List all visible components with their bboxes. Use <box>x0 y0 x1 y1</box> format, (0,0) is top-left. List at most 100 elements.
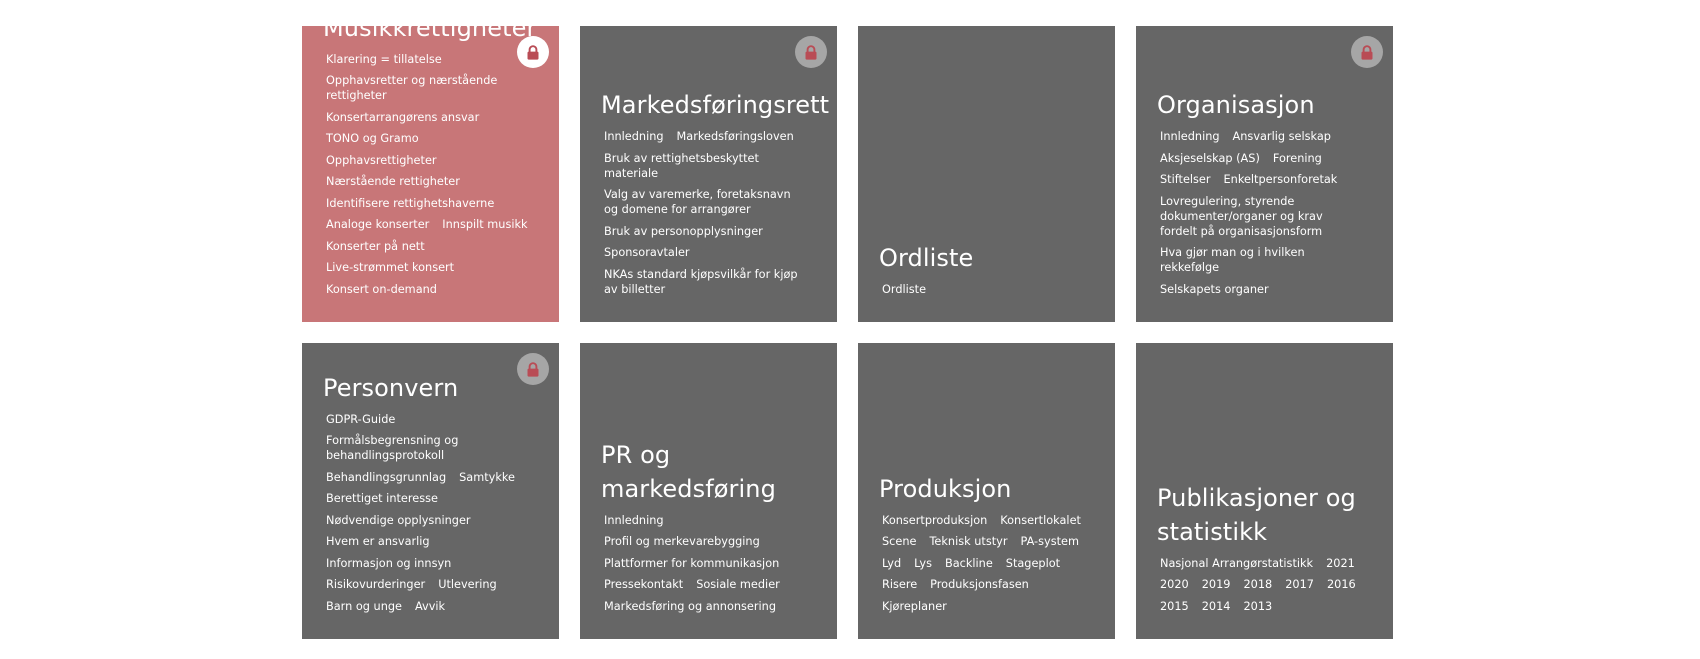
card-title[interactable]: Personvern <box>323 371 539 405</box>
topic-link[interactable]: Opphavsrettigheter <box>323 152 440 169</box>
topic-link[interactable]: Sosiale medier <box>693 576 783 593</box>
topic-link[interactable]: Konsertlokalet <box>997 512 1084 529</box>
topic-link[interactable]: Innledning <box>601 128 667 145</box>
topic-link[interactable]: Kjøreplaner <box>879 598 950 615</box>
topic-link[interactable]: 2014 <box>1199 598 1234 615</box>
topic-link[interactable]: Selskapets organer <box>1157 281 1272 298</box>
topic-link[interactable]: Live-strømmet konsert <box>323 259 457 276</box>
card-title[interactable]: Publikasjoner og statistikk <box>1157 481 1373 549</box>
topic-link[interactable]: Markedsføring og annonsering <box>601 598 779 615</box>
topic-link[interactable]: Enkeltpersonforetak <box>1221 171 1341 188</box>
topic-link[interactable]: Lovregulering, styrende dokumenter/organ… <box>1157 193 1366 240</box>
topic-link[interactable]: Konsertarrangørens ansvar <box>323 109 482 126</box>
topic-link[interactable]: Klarering = tillatelse <box>323 51 445 68</box>
card-musikkrettigheter[interactable]: Musikkrettigheter Klarering = tillatelse… <box>302 14 559 322</box>
topic-link[interactable]: Lyd <box>879 555 904 572</box>
card-title[interactable]: Markedsføringsrett <box>601 88 829 122</box>
topic-link[interactable]: Nærstående rettigheter <box>323 173 463 190</box>
topic-link[interactable]: Bruk av rettighetsbeskyttet materiale <box>601 150 810 182</box>
card-produksjon[interactable]: Produksjon Konsertproduksjon Konsertlokal… <box>858 343 1115 639</box>
topic-link[interactable]: Informasjon og innsyn <box>323 555 454 572</box>
topic-link[interactable]: Analoge konserter <box>323 216 432 233</box>
topic-link[interactable]: Innledning <box>1157 128 1223 145</box>
lock-icon <box>1360 44 1374 60</box>
topic-link[interactable]: Valg av varemerke, foretaksnavn og domen… <box>601 186 810 218</box>
topic-link[interactable]: Identifisere rettighetshaverne <box>323 195 497 212</box>
topic-link[interactable]: 2018 <box>1241 576 1276 593</box>
topic-link[interactable]: Avvik <box>412 598 448 615</box>
topic-link[interactable]: GDPR-Guide <box>323 411 398 428</box>
card-ordliste[interactable]: Ordliste Ordliste <box>858 26 1115 322</box>
lock-icon <box>804 44 818 60</box>
topic-link[interactable]: Bruk av personopplysninger <box>601 223 766 240</box>
lock-icon <box>526 44 540 60</box>
card-links: Innledning Profil og merkevarebygging Plat… <box>601 512 817 620</box>
card-title[interactable]: Ordliste <box>879 241 1095 275</box>
topic-link[interactable]: Formålsbegrensning og behandlingsprotoko… <box>323 432 532 464</box>
topic-link[interactable]: Backline <box>942 555 996 572</box>
card-title[interactable]: Musikkrettigheter <box>323 11 539 45</box>
topic-link[interactable]: 2013 <box>1241 598 1276 615</box>
topic-link[interactable]: PA-system <box>1017 533 1082 550</box>
topic-link[interactable]: Ordliste <box>879 281 929 298</box>
card-publikasjoner-og-statistikk[interactable]: Publikasjoner og statistikk Nasjonal Arr… <box>1136 343 1393 639</box>
topic-link[interactable]: Pressekontakt <box>601 576 686 593</box>
topic-link[interactable]: Utlevering <box>435 576 500 593</box>
card-links: GDPR-Guide Formålsbegrensning og behandli… <box>323 411 539 620</box>
topic-link[interactable]: Opphavsretter og nærstående rettigheter <box>323 72 532 104</box>
topic-link[interactable]: Samtykke <box>456 469 518 486</box>
topic-link[interactable]: Plattformer for kommunikasjon <box>601 555 782 572</box>
topic-link[interactable]: 2019 <box>1199 576 1234 593</box>
topic-grid: Musikkrettigheter Klarering = tillatelse… <box>302 14 1393 639</box>
card-title[interactable]: Produksjon <box>879 472 1095 506</box>
topic-link[interactable]: 2020 <box>1157 576 1192 593</box>
topic-link[interactable]: Innspilt musikk <box>439 216 530 233</box>
topic-link[interactable]: Innledning <box>601 512 667 529</box>
topic-link[interactable]: Konsertproduksjon <box>879 512 990 529</box>
topic-link[interactable]: Stiftelser <box>1157 171 1214 188</box>
topic-link[interactable]: Barn og unge <box>323 598 405 615</box>
topic-link[interactable]: 2017 <box>1282 576 1317 593</box>
topic-link[interactable]: 2015 <box>1157 598 1192 615</box>
topic-link[interactable]: Markedsføringsloven <box>674 128 797 145</box>
card-markedsforingsrett[interactable]: Markedsføringsrett Innledning Markedsføri… <box>580 26 837 322</box>
card-links: Klarering = tillatelse Opphavsretter og n… <box>323 51 539 303</box>
topic-link[interactable]: Profil og merkevarebygging <box>601 533 763 550</box>
card-organisasjon[interactable]: Organisasjon Innledning Ansvarlig selskap… <box>1136 26 1393 322</box>
lock-badge <box>1351 36 1383 68</box>
topic-link[interactable]: Hva gjør man og i hvilken rekkefølge <box>1157 244 1366 276</box>
card-pr-og-markedsforing[interactable]: PR og markedsføring Innledning Profil og … <box>580 343 837 639</box>
topic-link[interactable]: Ansvarlig selskap <box>1230 128 1334 145</box>
topic-link[interactable]: Stageplot <box>1003 555 1063 572</box>
topic-link[interactable]: Risikovurderinger <box>323 576 428 593</box>
topic-link[interactable]: Risere <box>879 576 920 593</box>
topic-link[interactable]: Konsert on-demand <box>323 281 440 298</box>
topic-link[interactable]: Teknisk utstyr <box>926 533 1010 550</box>
topic-link[interactable]: Sponsoravtaler <box>601 244 693 261</box>
lock-badge <box>517 36 549 68</box>
topic-link[interactable]: Nasjonal Arrangørstatistikk <box>1157 555 1316 572</box>
topic-link[interactable]: Berettiget interesse <box>323 490 441 507</box>
topic-link[interactable]: Lys <box>911 555 935 572</box>
card-links: Innledning Ansvarlig selskap Aksjeselskap … <box>1157 128 1373 302</box>
card-links: Nasjonal Arrangørstatistikk 2021 2020 2019 2… <box>1157 555 1373 620</box>
topic-link[interactable]: 2021 <box>1323 555 1358 572</box>
card-links: Ordliste <box>879 281 1095 303</box>
topic-link[interactable]: Forening <box>1270 150 1325 167</box>
topic-link[interactable]: Scene <box>879 533 919 550</box>
topic-link[interactable]: Hvem er ansvarlig <box>323 533 433 550</box>
topic-link[interactable]: Produksjonsfasen <box>927 576 1032 593</box>
topic-link[interactable]: Aksjeselskap (AS) <box>1157 150 1263 167</box>
topic-link[interactable]: 2016 <box>1324 576 1359 593</box>
topic-link[interactable]: TONO og Gramo <box>323 130 422 147</box>
card-links: Konsertproduksjon Konsertlokalet Scene Tekn… <box>879 512 1095 620</box>
topic-link[interactable]: Behandlingsgrunnlag <box>323 469 449 486</box>
topic-link[interactable]: Konserter på nett <box>323 238 428 255</box>
card-personvern[interactable]: Personvern GDPR-Guide Formålsbegrensning … <box>302 343 559 639</box>
topic-link[interactable]: Nødvendige opplysninger <box>323 512 474 529</box>
lock-badge <box>795 36 827 68</box>
card-title[interactable]: PR og markedsføring <box>601 438 817 506</box>
topic-link[interactable]: NKAs standard kjøpsvilkår for kjøp av bi… <box>601 266 810 298</box>
card-title[interactable]: Organisasjon <box>1157 88 1373 122</box>
lock-icon <box>526 361 540 377</box>
